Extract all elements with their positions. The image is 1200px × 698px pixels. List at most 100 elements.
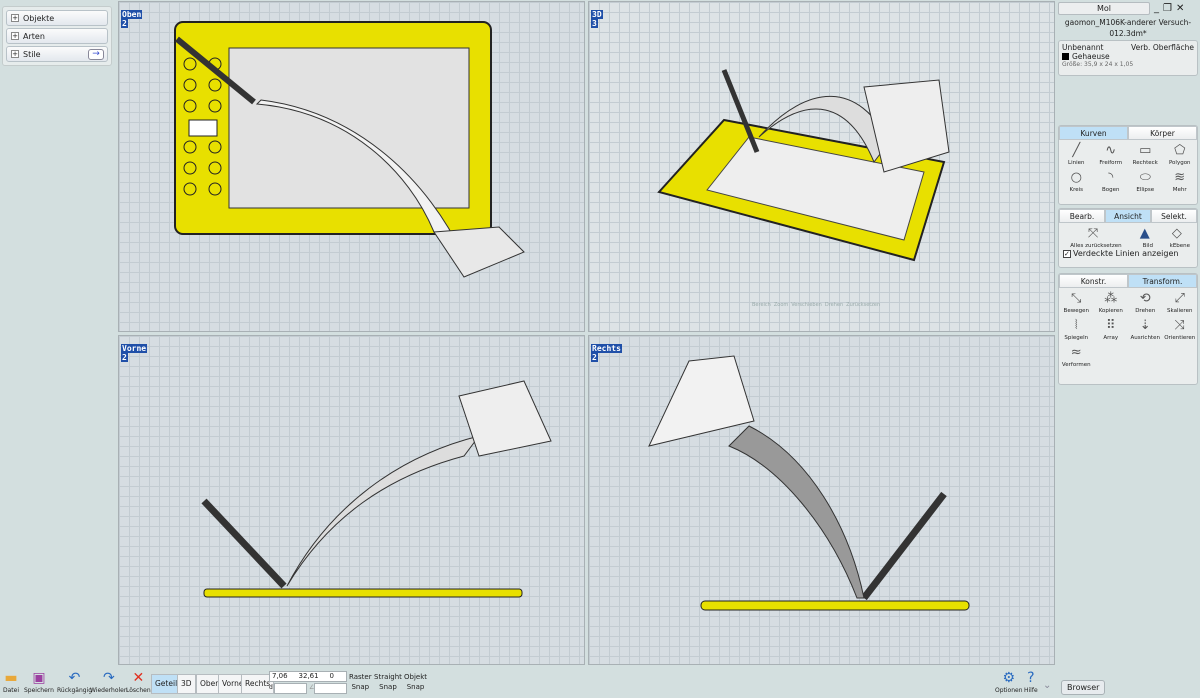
label: Snap	[351, 683, 370, 691]
transform-verformen-button[interactable]: ≈ Verformen	[1059, 345, 1094, 368]
image-button[interactable]: ▲ Bild	[1140, 226, 1156, 249]
ellipse-icon: ⬭	[1139, 170, 1151, 185]
transform-kopieren-button[interactable]: ⁂ Kopieren	[1094, 291, 1129, 314]
expand-icon: +	[11, 50, 19, 58]
löschen-icon: ✕	[132, 670, 145, 686]
cplane-button[interactable]: ◇ kEbene	[1170, 226, 1190, 249]
transform-drehen-button[interactable]: ⟲ Drehen	[1128, 291, 1163, 314]
help-button[interactable]: ? Hilfe	[1024, 669, 1038, 694]
nav-reset-button[interactable]: Zurücksetzen	[846, 302, 880, 308]
expand-arrows-icon: ⤧	[1087, 226, 1099, 241]
close-icon[interactable]: ✕	[1176, 3, 1184, 14]
tab-ansicht[interactable]: Ansicht	[1105, 209, 1151, 223]
label: Skalieren	[1167, 308, 1193, 314]
tab-kurven[interactable]: Kurven	[1059, 126, 1128, 140]
curve-bogen-button[interactable]: ◝ Bogen	[1094, 170, 1129, 193]
label: Orientieren	[1164, 335, 1196, 341]
minimize-icon[interactable]: _	[1154, 3, 1159, 14]
label: Raster	[349, 673, 372, 681]
label: Polygon	[1168, 160, 1191, 166]
file-header: Mol _ ❐ ✕ gaomon_M106K-anderer Versuch-0…	[1058, 2, 1198, 39]
curve-polygon-button[interactable]: ⬠ Polygon	[1163, 143, 1198, 166]
browser-button[interactable]: Browser	[1061, 680, 1106, 695]
label: Arten	[23, 31, 45, 41]
arten-section[interactable]: + Arten	[6, 28, 108, 44]
curve-ellipse-button[interactable]: ⬭ Ellipse	[1128, 170, 1163, 193]
angle-input[interactable]	[314, 683, 347, 694]
rückgängig-icon: ↶	[68, 670, 81, 686]
kopieren-icon: ⁂	[1104, 291, 1118, 306]
freiform-icon: ∿	[1105, 143, 1117, 158]
nav-area-button[interactable]: Bereich	[752, 302, 771, 308]
hidden-lines-checkbox[interactable]: ✓ Verdeckte Linien anzeigen	[1059, 249, 1197, 258]
transform-spiegeln-button[interactable]: ⦚ Spiegeln	[1059, 318, 1094, 341]
tab-konstr[interactable]: Konstr.	[1059, 274, 1128, 288]
bogen-icon: ◝	[1108, 170, 1114, 185]
transform-skalieren-button[interactable]: ⤢ Skalieren	[1163, 291, 1198, 314]
tab-koerper[interactable]: Körper	[1128, 126, 1197, 140]
viewport-top[interactable]: Oben 2	[118, 1, 585, 332]
distance-input[interactable]	[274, 683, 307, 694]
datei-icon: ▬	[4, 670, 18, 686]
verformen-icon: ≈	[1070, 345, 1082, 360]
label: Rechteck	[1132, 160, 1158, 166]
arrow-right-icon[interactable]: →	[88, 48, 104, 60]
chevron-down-icon[interactable]: ⌄	[1043, 680, 1051, 691]
tab-bearb[interactable]: Bearb.	[1059, 209, 1105, 223]
layer-name[interactable]: Gehaeuse	[1072, 52, 1110, 61]
help-icon: ?	[1027, 670, 1035, 686]
label: Bogen	[1102, 187, 1120, 193]
rückgängig-button[interactable]: ↶ Rückgängig	[57, 669, 92, 694]
transform-ausrichten-button[interactable]: ⇣ Ausrichten	[1128, 318, 1163, 341]
curve-mehr-button[interactable]: ≋ Mehr	[1163, 170, 1198, 193]
tablet-right-drawing	[648, 355, 970, 611]
viewport-label: Oben 2	[121, 10, 143, 28]
left-panel: + Objekte + Arten + Stile →	[2, 6, 112, 66]
restore-icon[interactable]: ❐	[1163, 3, 1172, 14]
label: Spiegeln	[1064, 335, 1089, 341]
coordinate-input[interactable]: 7,06 32,61 0	[269, 671, 347, 682]
mol-button[interactable]: Mol	[1058, 2, 1150, 15]
tab-selekt[interactable]: Selekt.	[1151, 209, 1197, 223]
viewport-label: Rechts 2	[591, 344, 622, 362]
array-icon: ⠿	[1105, 318, 1116, 333]
viewport-3d[interactable]: 3D 3 Bereich Zoom Verschieben Drehen Zurü…	[588, 1, 1055, 332]
nav-zoom-button[interactable]: Zoom	[774, 302, 788, 308]
straight-snap-toggle[interactable]: Straight Snap	[374, 672, 402, 692]
label: Verdeckte Linien anzeigen	[1073, 249, 1179, 258]
view-3d-button[interactable]: 3D	[177, 674, 196, 694]
label: Hilfe	[1024, 687, 1038, 694]
stile-section[interactable]: + Stile →	[6, 46, 108, 62]
expand-icon: +	[11, 32, 19, 40]
label: Snap	[406, 683, 425, 691]
curve-freiform-button[interactable]: ∿ Freiform	[1094, 143, 1129, 166]
objekte-section[interactable]: + Objekte	[6, 10, 108, 26]
label: Drehen	[1135, 308, 1156, 314]
object-snap-toggle[interactable]: Objekt Snap	[404, 672, 427, 692]
viewport-front[interactable]: Vorne 2	[118, 335, 585, 665]
gear-icon: ⚙	[1002, 670, 1016, 686]
curve-kreis-button[interactable]: ○ Kreis	[1059, 170, 1094, 193]
reset-all-button[interactable]: ⤧ Alles zurücksetzen	[1066, 226, 1126, 249]
distance-label: d	[269, 684, 273, 691]
transform-bewegen-button[interactable]: ⤡ Bewegen	[1059, 291, 1094, 314]
nav-rotate-button[interactable]: Drehen	[825, 302, 843, 308]
options-button[interactable]: ⚙ Optionen	[995, 669, 1023, 694]
transform-array-button[interactable]: ⠿ Array	[1094, 318, 1129, 341]
transform-panel: Konstr. Transform. ⤡ Bewegen ⁂ Kopieren ⟲ Dreh…	[1058, 273, 1198, 385]
grid-snap-toggle[interactable]: Raster Snap	[349, 672, 372, 692]
layer-color-swatch[interactable]	[1062, 53, 1069, 60]
curve-rechteck-button[interactable]: ▭ Rechteck	[1128, 143, 1163, 166]
transform-orientieren-button[interactable]: ⤨ Orientieren	[1163, 318, 1198, 341]
tab-transform[interactable]: Transform.	[1128, 274, 1197, 288]
viewport-right[interactable]: Rechts 2	[588, 335, 1055, 665]
label: Ausrichten	[1130, 335, 1160, 341]
datei-button[interactable]: ▬ Datei	[3, 669, 19, 694]
löschen-button[interactable]: ✕ Löschen	[126, 669, 151, 694]
wiederholen-icon: ↷	[102, 670, 115, 686]
wiederholen-button[interactable]: ↷ Wiederholen	[90, 669, 128, 694]
nav-pan-button[interactable]: Verschieben	[791, 302, 822, 308]
checkbox-checked-icon[interactable]: ✓	[1063, 249, 1071, 258]
curve-linien-button[interactable]: ╱ Linien	[1059, 143, 1094, 166]
speichern-button[interactable]: ▣ Speichern	[24, 669, 54, 694]
